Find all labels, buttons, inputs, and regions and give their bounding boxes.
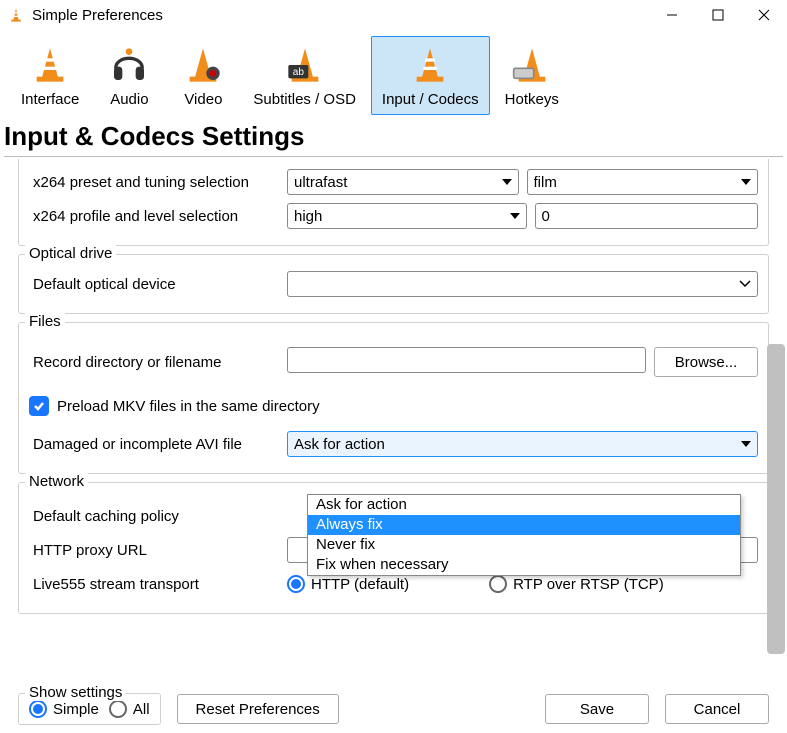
vlc-cone-icon — [8, 7, 24, 23]
record-label: Record directory or filename — [29, 354, 287, 371]
x264-preset-label: x264 preset and tuning selection — [29, 174, 287, 191]
tab-label: Input / Codecs — [382, 91, 479, 108]
preload-mkv-checkbox[interactable] — [29, 396, 49, 416]
radio-label: RTP over RTSP (TCP) — [513, 576, 664, 593]
avi-dropdown-popup[interactable]: Ask for action Always fix Never fix Fix … — [307, 494, 741, 576]
avi-label: Damaged or incomplete AVI file — [29, 436, 287, 453]
hotkeys-icon — [510, 43, 554, 87]
close-button[interactable] — [741, 0, 787, 30]
avi-option[interactable]: Never fix — [308, 535, 740, 555]
x264-profile-label: x264 profile and level selection — [29, 208, 287, 225]
live555-rtp-radio[interactable]: RTP over RTSP (TCP) — [489, 575, 664, 593]
save-button[interactable]: Save — [545, 694, 649, 724]
show-settings-group: Show settings Simple All — [18, 693, 161, 725]
page-heading: Input & Codecs Settings — [0, 115, 787, 156]
show-settings-legend: Show settings — [25, 684, 126, 701]
tab-label: Subtitles / OSD — [253, 91, 356, 108]
radio-label: HTTP (default) — [311, 576, 409, 593]
preload-mkv-label: Preload MKV files in the same directory — [57, 398, 320, 415]
group-legend: Network — [25, 473, 88, 490]
show-settings-all-radio[interactable]: All — [109, 700, 150, 718]
x264-tuning-select[interactable]: film — [527, 169, 759, 195]
tab-label: Hotkeys — [505, 91, 559, 108]
minimize-button[interactable] — [649, 0, 695, 30]
heading-divider — [4, 156, 783, 157]
radio-label: Simple — [53, 701, 99, 718]
optical-device-select[interactable] — [287, 271, 758, 297]
reset-button[interactable]: Reset Preferences — [177, 694, 339, 724]
avi-select[interactable]: Ask for action — [287, 431, 758, 457]
tab-label: Video — [184, 91, 222, 108]
headphones-icon — [107, 43, 151, 87]
avi-option[interactable]: Fix when necessary — [308, 555, 740, 575]
optical-device-label: Default optical device — [29, 276, 287, 293]
maximize-button[interactable] — [695, 0, 741, 30]
group-optical: Optical drive Default optical device — [18, 254, 769, 314]
window-title: Simple Preferences — [32, 7, 163, 24]
tab-interface[interactable]: Interface — [10, 36, 90, 115]
tab-subtitles[interactable]: ab Subtitles / OSD — [242, 36, 367, 115]
proxy-label: HTTP proxy URL — [29, 542, 287, 559]
radio-icon — [489, 575, 507, 593]
tab-video[interactable]: Video — [168, 36, 238, 115]
subtitles-icon: ab — [283, 43, 327, 87]
group-legend: Files — [25, 313, 65, 330]
group-files: Files Record directory or filename Brows… — [18, 322, 769, 474]
live555-http-radio[interactable]: HTTP (default) — [287, 575, 409, 593]
record-input[interactable] — [287, 347, 646, 373]
video-icon — [181, 43, 225, 87]
tab-label: Audio — [110, 91, 148, 108]
vertical-scrollbar[interactable] — [767, 344, 785, 654]
preferences-tabs: Interface Audio Video ab Subtitles / OSD… — [0, 30, 787, 115]
tab-label: Interface — [21, 91, 79, 108]
browse-button[interactable]: Browse... — [654, 347, 758, 377]
svg-text:ab: ab — [292, 67, 304, 78]
tab-input-codecs[interactable]: Input / Codecs — [371, 36, 490, 115]
tab-hotkeys[interactable]: Hotkeys — [494, 36, 570, 115]
avi-option[interactable]: Always fix — [308, 515, 740, 535]
radio-icon — [109, 700, 127, 718]
titlebar: Simple Preferences — [0, 0, 787, 30]
group-legend: Optical drive — [25, 245, 116, 262]
input-codecs-icon — [408, 43, 452, 87]
tab-audio[interactable]: Audio — [94, 36, 164, 115]
avi-option[interactable]: Ask for action — [308, 495, 740, 515]
x264-preset-select[interactable]: ultrafast — [287, 169, 519, 195]
show-settings-simple-radio[interactable]: Simple — [29, 700, 99, 718]
radio-icon — [287, 575, 305, 593]
x264-level-input[interactable] — [535, 203, 759, 229]
bottom-bar: Show settings Simple All Reset Preferenc… — [0, 686, 787, 733]
group-x264: x264 preset and tuning selection ultrafa… — [18, 159, 769, 246]
x264-profile-select[interactable]: high — [287, 203, 527, 229]
interface-icon — [28, 43, 72, 87]
caching-label: Default caching policy — [29, 508, 287, 525]
radio-label: All — [133, 701, 150, 718]
live555-label: Live555 stream transport — [29, 576, 287, 593]
radio-icon — [29, 700, 47, 718]
cancel-button[interactable]: Cancel — [665, 694, 769, 724]
